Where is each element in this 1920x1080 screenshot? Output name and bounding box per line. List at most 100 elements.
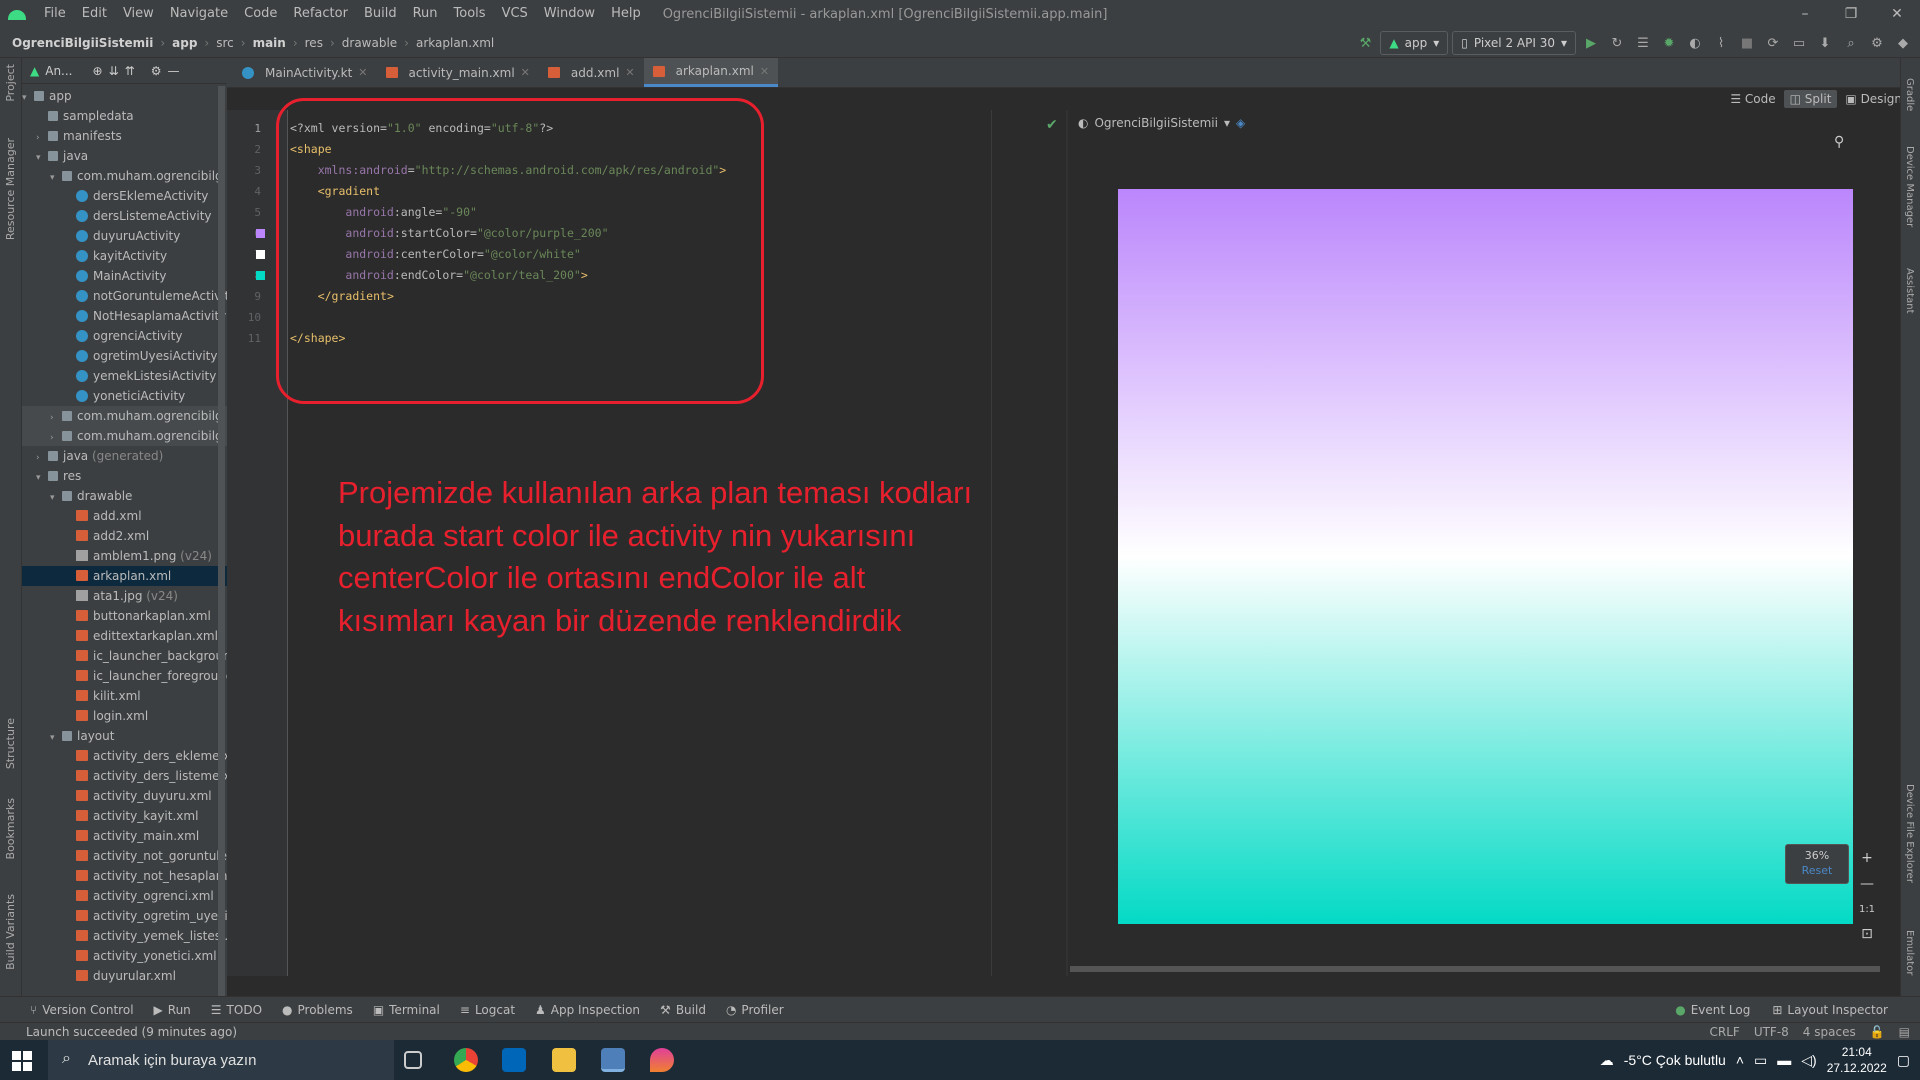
color-swatch-icon[interactable] — [256, 271, 265, 280]
gradle-tool-tab[interactable]: Gradle — [1904, 78, 1915, 111]
tab-mainactivity-kt[interactable]: MainActivity.kt ✕ — [233, 58, 377, 87]
device-manager-tool-tab[interactable]: Device Manager — [1904, 146, 1915, 227]
fit-screen-button[interactable]: ⊡ — [1858, 926, 1876, 942]
tree-item[interactable]: edittextarkaplan.xml — [22, 626, 227, 646]
project-scrollbar[interactable] — [218, 86, 225, 996]
expand-arrow-icon[interactable]: ▾ — [50, 728, 62, 746]
file-encoding[interactable]: UTF-8 — [1754, 1023, 1789, 1041]
tree-item[interactable]: ▾ drawable — [22, 486, 227, 506]
tree-item[interactable]: duyurular.xml — [22, 966, 227, 986]
breadcrumb-item[interactable]: drawable — [342, 36, 397, 50]
taskbar-search[interactable]: ⌕ Aramak için buraya yazın — [48, 1040, 394, 1080]
breadcrumb-item[interactable]: src — [216, 36, 234, 50]
tree-item[interactable]: activity_ders_ekleme.xml — [22, 746, 227, 766]
tree-item[interactable]: activity_duyuru.xml — [22, 786, 227, 806]
hide-icon[interactable]: — — [167, 64, 179, 78]
volume-icon[interactable]: ◁) — [1801, 1052, 1816, 1069]
tree-item[interactable]: notGoruntulemeActivity — [22, 286, 227, 306]
hammer-icon[interactable]: ⚒ — [1354, 32, 1376, 54]
tree-item[interactable]: kilit.xml — [22, 686, 227, 706]
attach-debugger-icon[interactable]: ⌇ — [1710, 32, 1732, 54]
tree-item[interactable]: kayitActivity — [22, 246, 227, 266]
weather-text[interactable]: -5°C Çok bulutlu — [1624, 1052, 1726, 1068]
locate-icon[interactable]: ⊕ — [93, 64, 103, 78]
actual-size-button[interactable]: 1:1 — [1858, 904, 1876, 915]
clock[interactable]: 21:04 27.12.2022 — [1827, 1044, 1887, 1076]
tree-item[interactable]: activity_yemek_listesi.xml — [22, 926, 227, 946]
breadcrumb-item[interactable]: arkaplan.xml — [416, 36, 494, 50]
close-tab-icon[interactable]: ✕ — [625, 66, 634, 79]
menu-tools[interactable]: Tools — [446, 0, 494, 28]
split-mode-button[interactable]: ◫ Split — [1783, 90, 1838, 108]
assistant-tool-tab[interactable]: Assistant — [1904, 268, 1915, 314]
menu-refactor[interactable]: Refactor — [285, 0, 356, 28]
tree-item[interactable]: yemekListesiActivity — [22, 366, 227, 386]
project-view-dropdown[interactable]: An... — [45, 64, 72, 78]
stop-icon[interactable]: ■ — [1736, 32, 1758, 54]
layout-inspector-tool[interactable]: ⊞ Layout Inspector — [1772, 1003, 1888, 1017]
tree-item[interactable]: dersListemeActivity — [22, 206, 227, 226]
expand-arrow-icon[interactable]: ▾ — [50, 168, 62, 186]
menu-file[interactable]: File — [36, 0, 74, 28]
pin-icon[interactable]: ⚲ — [1834, 134, 1844, 150]
line-separator[interactable]: CRLF — [1710, 1023, 1740, 1041]
lock-icon[interactable]: 🔓 — [1870, 1023, 1885, 1041]
build-tool[interactable]: ⚒ Build — [660, 1003, 706, 1017]
module-dropdown[interactable]: ▲ app ▾ — [1380, 31, 1449, 55]
tree-item[interactable]: amblem1.png (v24) — [22, 546, 227, 566]
debug-icon[interactable]: ✹ — [1658, 32, 1680, 54]
network-icon[interactable]: ▭ — [1754, 1052, 1767, 1069]
minimize-button[interactable]: – — [1782, 0, 1828, 28]
tree-item[interactable]: ata1.jpg (v24) — [22, 586, 227, 606]
status-message[interactable]: Launch succeeded (9 minutes ago) — [26, 1025, 237, 1039]
profile-icon[interactable]: ◐ — [1684, 32, 1706, 54]
todo-tool[interactable]: ☰ TODO — [211, 1003, 262, 1017]
tree-item[interactable]: › manifests — [22, 126, 227, 146]
no-problems-check-icon[interactable]: ✔ — [1046, 117, 1058, 133]
version-control-tool[interactable]: ⑂ Version Control — [30, 1003, 134, 1017]
tab-activity_main-xml[interactable]: activity_main.xml ✕ — [377, 58, 539, 87]
project-tool-tab[interactable]: Project — [4, 64, 17, 102]
profiler-tool[interactable]: ◔ Profiler — [726, 1003, 784, 1017]
device-file-explorer-tool-tab[interactable]: Device File Explorer — [1904, 784, 1915, 883]
layers-icon[interactable]: ◈ — [1236, 116, 1245, 130]
tree-item[interactable]: yoneticiActivity — [22, 386, 227, 406]
tree-item[interactable]: activity_not_goruntuleme — [22, 846, 227, 866]
tree-item[interactable]: activity_not_hesaplama.xr — [22, 866, 227, 886]
android-studio-taskbar-icon[interactable] — [601, 1048, 625, 1072]
problems-tool[interactable]: ● Problems — [282, 1003, 353, 1017]
build-variants-tool-tab[interactable]: Build Variants — [4, 894, 17, 970]
menu-navigate[interactable]: Navigate — [162, 0, 236, 28]
theme-dropdown[interactable]: OgrenciBilgiiSistemii — [1094, 116, 1218, 130]
tree-item[interactable]: activity_ders_listeme.xml — [22, 766, 227, 786]
tree-item[interactable]: buttonarkaplan.xml — [22, 606, 227, 626]
tree-item[interactable]: activity_ogretim_uyesi.xm — [22, 906, 227, 926]
avd-manager-icon[interactable]: ▭ — [1788, 32, 1810, 54]
collapse-all-icon[interactable]: ⇈ — [125, 64, 135, 78]
file-explorer-icon[interactable] — [552, 1048, 576, 1072]
battery-icon[interactable]: ▬ — [1777, 1052, 1791, 1068]
tree-item[interactable]: ic_launcher_foreground.x — [22, 666, 227, 686]
menu-window[interactable]: Window — [536, 0, 603, 28]
zoom-in-button[interactable]: + — [1858, 850, 1876, 866]
menu-edit[interactable]: Edit — [74, 0, 115, 28]
menu-build[interactable]: Build — [356, 0, 405, 28]
close-window-button[interactable]: ✕ — [1874, 0, 1920, 28]
tree-item[interactable]: activity_ogrenci.xml — [22, 886, 227, 906]
figma-like-app-icon[interactable] — [650, 1048, 674, 1072]
tree-item[interactable]: › java (generated) — [22, 446, 227, 466]
tree-item[interactable]: login.xml — [22, 706, 227, 726]
vscode-icon[interactable] — [502, 1048, 526, 1072]
android-studio-icon[interactable]: ◆ — [1892, 32, 1914, 54]
zoom-out-button[interactable]: — — [1858, 876, 1876, 892]
tab-arkaplan-xml[interactable]: arkaplan.xml ✕ — [643, 58, 779, 87]
tree-item[interactable]: ▾ com.muham.ogrencibilgiisist — [22, 166, 227, 186]
color-swatch-icon[interactable] — [256, 250, 265, 259]
close-tab-icon[interactable]: ✕ — [521, 66, 530, 79]
preview-scrollbar[interactable] — [1070, 966, 1880, 972]
breadcrumb-item[interactable]: main — [253, 36, 286, 50]
expand-arrow-icon[interactable]: ▾ — [36, 468, 48, 486]
rerun-icon[interactable]: ↻ — [1606, 32, 1628, 54]
menu-view[interactable]: View — [115, 0, 162, 28]
tree-item[interactable]: › com.muham.ogrencibilgiisist — [22, 406, 227, 426]
